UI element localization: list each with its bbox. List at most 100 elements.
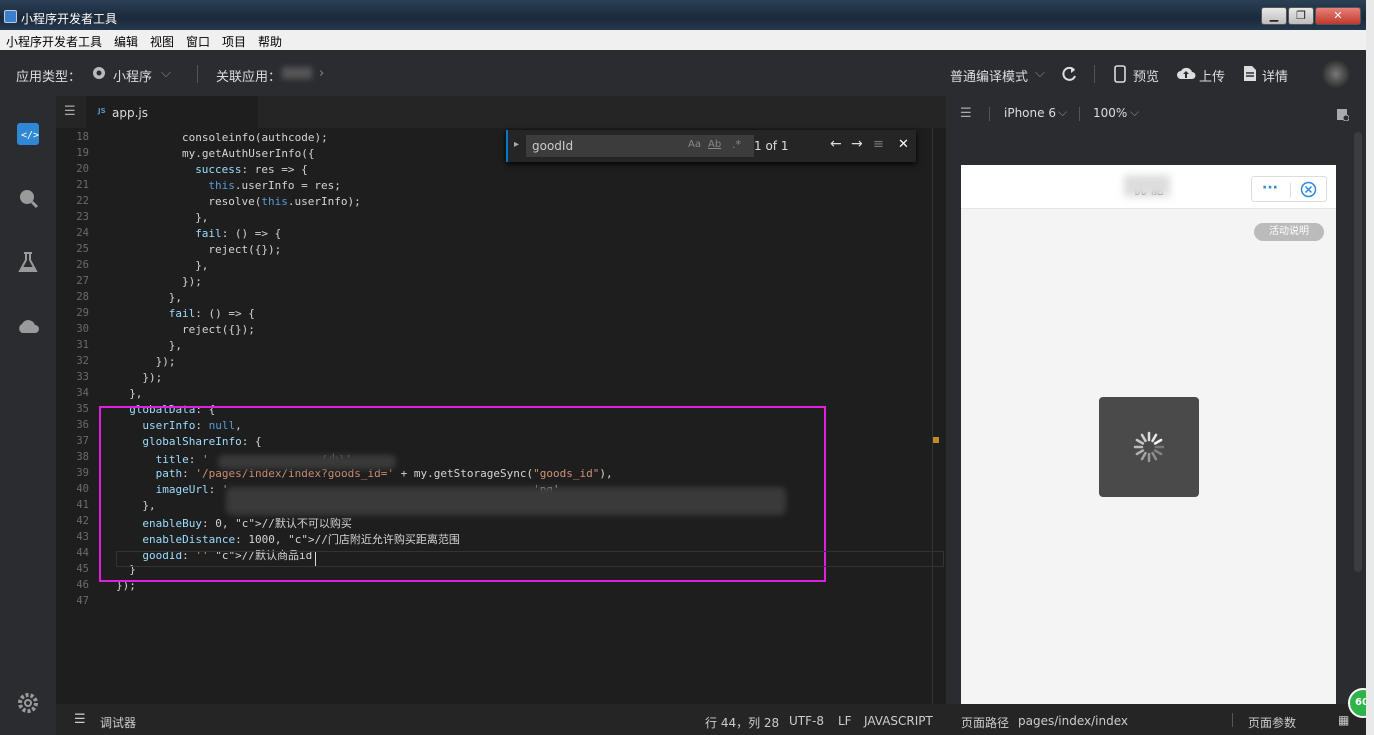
cloud-icon[interactable] — [17, 315, 39, 337]
title-bar: 小程序开发者工具 ▁ ❐ ✕ — [0, 0, 1366, 30]
refresh-icon[interactable] — [1060, 65, 1078, 83]
code-line: my.getAuthUserInfo({ — [182, 147, 315, 160]
minimize-button[interactable]: ▁ — [1261, 7, 1287, 25]
related-app-chevron-right-icon[interactable]: › — [319, 66, 324, 81]
editor-icon[interactable]: </> — [17, 123, 39, 145]
phone-preview-icon[interactable] — [1114, 65, 1126, 83]
loading-toast — [1099, 397, 1199, 497]
whole-word-icon[interactable]: Ab — [708, 139, 721, 150]
line-number: 36 — [76, 419, 89, 431]
tab-app-js[interactable]: JS app.js — [86, 96, 258, 128]
document-icon[interactable] — [1243, 65, 1257, 82]
code-line: this.userInfo = res; — [208, 179, 341, 192]
menu-item-window[interactable]: 窗口 — [186, 33, 210, 50]
upload-button[interactable]: 上传 — [1199, 66, 1225, 85]
menu-item-view[interactable]: 视图 — [150, 33, 174, 50]
compile-mode-select[interactable]: 普通编译模式 — [950, 66, 1028, 85]
encoding[interactable]: UTF-8 — [789, 714, 824, 728]
editor-tabs: ☰ JS app.js — [56, 96, 946, 128]
page-path-value[interactable]: pages/index/index — [1018, 714, 1128, 728]
capsule-divider — [1290, 183, 1291, 197]
menu-item-project[interactable]: 项目 — [222, 33, 246, 50]
code-line: }, — [168, 291, 183, 304]
svg-text:</>: </> — [21, 130, 39, 141]
code-line: }); — [155, 355, 176, 368]
outer-scrollbar[interactable] — [1366, 0, 1374, 735]
code-editor[interactable]: 18 consoleinfo(authcode); 19 my.getAuthUser… — [56, 128, 946, 704]
simulator-panel-toggle-icon[interactable]: ☰ — [960, 106, 972, 121]
device-chevron-down-icon[interactable]: ⌵ — [1058, 105, 1067, 120]
match-case-icon[interactable]: Aa — [688, 139, 701, 150]
find-in-selection-icon[interactable]: ≡ — [873, 137, 884, 152]
debugger-button[interactable]: 调试器 — [100, 714, 136, 731]
more-dots-icon[interactable]: ··· — [1262, 180, 1278, 196]
line-number: 23 — [76, 211, 89, 223]
menu-item-app[interactable]: 小程序开发者工具 — [6, 33, 102, 50]
code-line: success: res => { — [195, 163, 308, 176]
search-icon[interactable] — [17, 187, 39, 209]
line-number: 43 — [76, 531, 89, 543]
code-line: consoleinfo(authcode); — [182, 131, 328, 144]
line-number: 22 — [76, 195, 89, 207]
cursor-position[interactable]: 行 44，列 28 — [705, 714, 779, 731]
app-type-select[interactable]: 小程序 — [113, 66, 152, 85]
code-line: fail: () => { — [168, 307, 255, 320]
language-mode[interactable]: JAVASCRIPT — [864, 714, 933, 728]
file-tree-toggle-icon[interactable]: ☰ — [64, 104, 76, 119]
close-capsule-icon[interactable] — [1300, 181, 1317, 198]
line-number: 39 — [76, 467, 89, 479]
sliders-icon[interactable]: ☰ — [74, 712, 86, 727]
preview-button[interactable]: 预览 — [1133, 66, 1159, 85]
mini-program-navbar: 优 能 ··· — [961, 165, 1336, 209]
code-line: }, — [168, 339, 183, 352]
details-button[interactable]: 详情 — [1262, 66, 1288, 85]
menu-item-edit[interactable]: 编辑 — [114, 33, 138, 50]
code-line: fail: () => { — [195, 227, 282, 240]
miniprogram-icon — [93, 67, 105, 79]
maximize-button[interactable]: ❐ — [1288, 7, 1314, 25]
device-select[interactable]: iPhone 6 — [1004, 106, 1056, 120]
line-number: 35 — [76, 403, 89, 415]
flask-test-icon[interactable] — [17, 251, 39, 273]
app-type-chevron-down-icon[interactable]: ⌵ — [161, 66, 171, 81]
zoom-chevron-down-icon[interactable]: ⌵ — [1130, 105, 1139, 120]
end-of-line[interactable]: LF — [838, 714, 852, 728]
previous-match-arrow-icon[interactable]: ← — [830, 136, 842, 152]
close-window-button[interactable]: ✕ — [1315, 7, 1361, 25]
user-avatar[interactable] — [1322, 60, 1350, 88]
settings-gear-icon[interactable] — [17, 692, 39, 714]
line-number: 31 — [76, 339, 89, 351]
line-number: 46 — [76, 579, 89, 591]
code-line: reject({}); — [182, 323, 255, 336]
code-line: resolve(this.userInfo); — [208, 195, 361, 208]
simulator-scrollbar[interactable] — [1354, 132, 1362, 572]
line-number: 19 — [76, 147, 89, 159]
toolbar-divider-2 — [1094, 65, 1095, 83]
simulator-settings-icon[interactable] — [1336, 108, 1349, 121]
text-cursor — [315, 552, 316, 566]
scrollbar-find-marker — [933, 437, 939, 443]
line-number: 30 — [76, 323, 89, 335]
related-app-label: 关联应用： — [216, 70, 282, 85]
line-number: 41 — [76, 499, 89, 511]
compile-mode-chevron-down-icon[interactable]: ⌵ — [1035, 66, 1045, 81]
page-path-label: 页面路径 — [961, 716, 1010, 730]
current-line-highlight — [116, 551, 944, 567]
zoom-select[interactable]: 100% — [1093, 106, 1127, 120]
close-find-icon[interactable]: ✕ — [898, 137, 909, 152]
status-bar: ☰ 调试器 行 44，列 28 UTF-8 LF JAVASCRIPT — [56, 704, 946, 735]
line-number: 24 — [76, 227, 89, 239]
menu-item-help[interactable]: 帮助 — [258, 33, 282, 50]
line-number: 27 — [76, 275, 89, 287]
line-number: 33 — [76, 371, 89, 383]
line-number: 42 — [76, 515, 89, 527]
page-params-button[interactable]: 页面参数 — [1248, 714, 1296, 731]
app-type-label: 应用类型： — [16, 70, 82, 85]
cloud-upload-icon[interactable] — [1176, 65, 1196, 81]
next-match-arrow-icon[interactable]: → — [851, 136, 863, 152]
regex-icon[interactable]: .* — [732, 138, 741, 151]
line-number: 38 — [76, 451, 89, 463]
grid-icon[interactable]: ▦ — [1338, 713, 1349, 727]
toggle-replace-icon[interactable]: ▸ — [514, 139, 519, 150]
activity-description-button[interactable]: 活动说明 — [1254, 223, 1324, 241]
